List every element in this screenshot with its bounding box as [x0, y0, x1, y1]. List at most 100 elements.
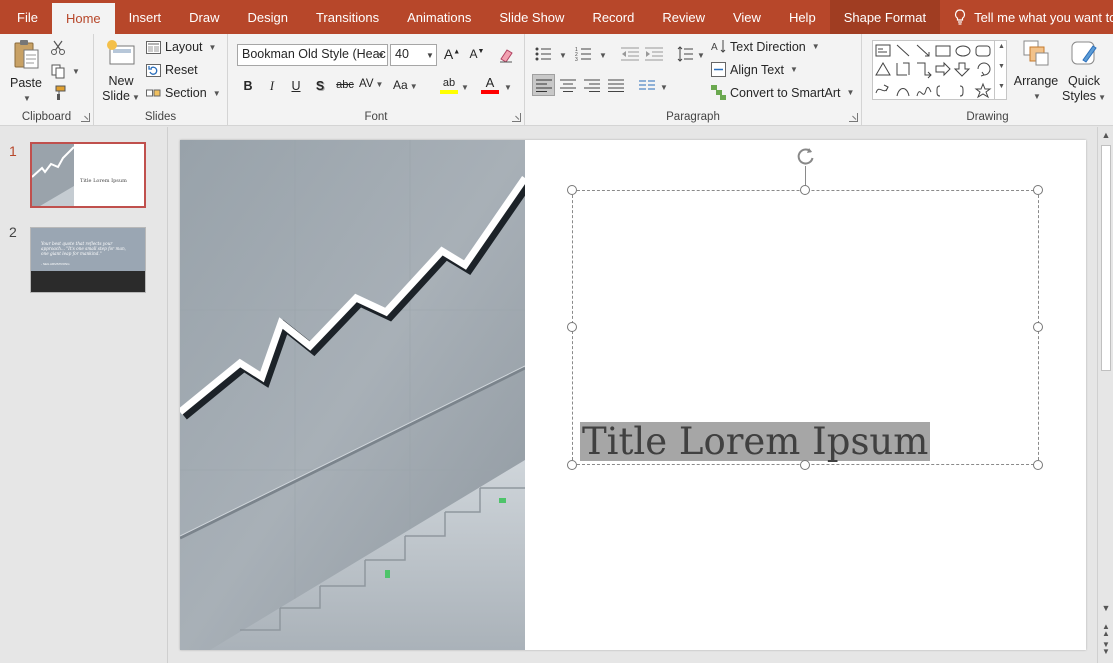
format-painter-icon[interactable] [50, 85, 66, 101]
underline-button[interactable]: U [287, 79, 305, 93]
next-slide-icon[interactable]: ▼ ▼ [1101, 641, 1111, 656]
numbering-icon[interactable]: 123 [575, 47, 593, 61]
italic-button[interactable]: I [263, 79, 281, 94]
align-left-button[interactable] [532, 74, 555, 96]
tab-insert[interactable]: Insert [115, 0, 176, 34]
resize-handle-top-right[interactable] [1033, 185, 1043, 195]
tab-design[interactable]: Design [234, 0, 302, 34]
resize-handle-bottom[interactable] [800, 460, 810, 470]
group-font: Bookman Old Style (Heac ▼ 40 ▼ A▲ A▼ B I… [228, 34, 525, 126]
gallery-more-icon[interactable]: ▼ [998, 83, 1005, 90]
text-direction-icon: A [711, 40, 726, 53]
character-spacing-button[interactable]: AV ▼ [359, 78, 383, 90]
columns-dropdown-icon[interactable]: ▼ [660, 83, 668, 92]
tab-draw[interactable]: Draw [175, 0, 233, 34]
rotation-handle-icon[interactable] [796, 146, 816, 166]
shapes-gallery-scroll[interactable]: ▲ ▼ ▼ [994, 41, 1006, 99]
tab-animations[interactable]: Animations [393, 0, 485, 34]
justify-icon[interactable] [608, 79, 624, 92]
clipboard-dialog-launcher[interactable] [81, 113, 90, 122]
align-text-button[interactable]: Align Text ▼ [711, 62, 798, 77]
tell-me-search[interactable]: Tell me what you want to do [940, 0, 1113, 34]
font-name-dropdown-icon[interactable]: ▼ [375, 45, 387, 65]
copy-icon[interactable] [50, 63, 66, 79]
highlight-dropdown-icon[interactable]: ▼ [461, 83, 469, 92]
previous-slide-icon[interactable]: ▲ ▲ [1101, 623, 1111, 638]
font-name-combo[interactable]: Bookman Old Style (Heac ▼ [237, 44, 388, 66]
quick-styles-label-2: Styles ▼ [1062, 89, 1106, 103]
quick-styles-button[interactable]: Quick Styles ▼ [1062, 38, 1106, 105]
slide-title-text[interactable]: Title Lorem Ipsum [580, 422, 931, 461]
text-direction-button[interactable]: A Text Direction ▼ [711, 39, 820, 54]
convert-smartart-button[interactable]: Convert to SmartArt ▼ [711, 85, 854, 100]
gallery-down-icon[interactable]: ▼ [998, 63, 1005, 70]
tab-slide-show[interactable]: Slide Show [485, 0, 578, 34]
reset-label: Reset [165, 63, 198, 77]
columns-icon[interactable] [639, 79, 655, 92]
font-size-dropdown-icon[interactable]: ▼ [424, 45, 436, 65]
resize-handle-bottom-right[interactable] [1033, 460, 1043, 470]
slide-thumbnail-1[interactable]: Title Lorem Ipsum [30, 142, 146, 208]
tab-transitions[interactable]: Transitions [302, 0, 393, 34]
staircase-chart-photo[interactable] [180, 140, 525, 650]
new-slide-button[interactable]: New Slide ▼ [100, 38, 142, 105]
resize-handle-top-left[interactable] [567, 185, 577, 195]
resize-handle-top[interactable] [800, 185, 810, 195]
reset-button[interactable]: Reset [146, 63, 198, 77]
tab-home[interactable]: Home [51, 3, 115, 34]
layout-button[interactable]: Layout ▼ [146, 40, 216, 54]
font-color-button[interactable]: A [481, 75, 499, 94]
decrease-indent-icon[interactable] [621, 47, 639, 61]
clear-formatting-icon[interactable] [498, 47, 514, 63]
highlight-color-button[interactable]: ab [440, 75, 458, 94]
tab-record[interactable]: Record [578, 0, 648, 34]
numbering-dropdown-icon[interactable]: ▼ [599, 51, 607, 60]
resize-handle-left[interactable] [567, 322, 577, 332]
tab-review[interactable]: Review [648, 0, 719, 34]
align-left-icon [536, 79, 552, 92]
bold-button[interactable]: B [239, 79, 257, 93]
quick-styles-icon [1071, 41, 1097, 65]
increase-font-size-icon[interactable]: A▲ [443, 46, 461, 62]
font-dialog-launcher[interactable] [512, 113, 521, 122]
increase-indent-icon[interactable] [645, 47, 663, 61]
highlight-label: ab [442, 77, 456, 89]
line-spacing-dropdown-icon[interactable]: ▼ [697, 51, 705, 60]
font-size-combo[interactable]: 40 ▼ [390, 44, 437, 66]
paste-button[interactable]: Paste ▼ [6, 38, 46, 106]
text-shadow-button[interactable]: S [311, 79, 329, 93]
arrange-button[interactable]: Arrange ▼ [1012, 38, 1060, 104]
resize-handle-right[interactable] [1033, 322, 1043, 332]
slide-thumbnail-2[interactable]: Your best quote that reflects your appro… [30, 227, 146, 293]
font-color-dropdown-icon[interactable]: ▼ [504, 83, 512, 92]
new-slide-label-2: Slide ▼ [102, 89, 140, 103]
thumbnail-number: 2 [9, 224, 17, 240]
slide-1[interactable]: Title Lorem Ipsum [180, 140, 1086, 650]
scroll-down-icon[interactable]: ▼ [1101, 603, 1111, 613]
line-spacing-icon[interactable] [677, 46, 693, 62]
bullets-icon[interactable] [535, 47, 553, 61]
copy-dropdown-icon[interactable]: ▼ [72, 67, 80, 76]
scrollbar-thumb[interactable] [1101, 145, 1111, 371]
bullets-dropdown-icon[interactable]: ▼ [559, 51, 567, 60]
gallery-up-icon[interactable]: ▲ [998, 43, 1005, 50]
scroll-up-icon[interactable]: ▲ [1101, 130, 1111, 140]
decrease-font-size-icon[interactable]: A▼ [468, 47, 486, 61]
paragraph-dialog-launcher[interactable] [849, 113, 858, 122]
thumbnail-2-quote: Your best quote that reflects your appro… [41, 241, 127, 257]
strikethrough-button[interactable]: abc [334, 79, 356, 91]
resize-handle-bottom-left[interactable] [567, 460, 577, 470]
reset-icon [146, 63, 161, 77]
cut-icon[interactable] [50, 40, 66, 56]
change-case-button[interactable]: Aa ▼ [393, 78, 418, 92]
tab-shape-format[interactable]: Shape Format [829, 0, 941, 34]
align-center-icon[interactable] [560, 79, 576, 92]
ribbon-home: Paste ▼ ▼ Clipboard New Slide ▼ Layout ▼ R… [0, 34, 1113, 126]
tab-view[interactable]: View [719, 0, 775, 34]
tab-file[interactable]: File [0, 0, 52, 34]
tab-help[interactable]: Help [775, 0, 830, 34]
section-button[interactable]: Section ▼ [146, 86, 221, 100]
shapes-gallery[interactable]: ▲ ▼ ▼ [872, 40, 1007, 100]
align-right-icon[interactable] [584, 79, 600, 92]
vertical-scrollbar[interactable]: ▲ ▼ ▲ ▲ ▼ ▼ [1097, 127, 1113, 663]
